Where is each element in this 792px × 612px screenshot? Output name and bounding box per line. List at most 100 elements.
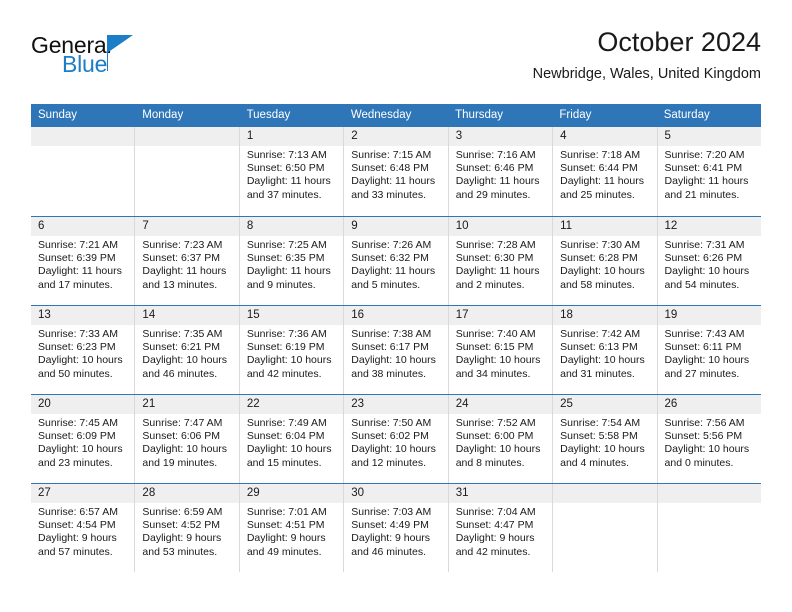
day-number: 30: [344, 484, 448, 503]
sunrise-text: Sunrise: 7:31 AM: [664, 239, 745, 251]
calendar-day-cell[interactable]: 26 Sunrise: 7:56 AM Sunset: 5:56 PM Dayligh…: [656, 395, 761, 483]
sunset-text: Sunset: 4:49 PM: [351, 519, 429, 532]
sunrise-text: Sunrise: 7:03 AM: [351, 506, 432, 518]
calendar-weeks: 1 Sunrise: 7:13 AM Sunset: 6:50 PM Daylight…: [31, 127, 761, 572]
calendar-day-cell[interactable]: 20 Sunrise: 7:45 AM Sunset: 6:09 PM Dayligh…: [31, 395, 135, 483]
daylight-text: Daylight: 11 hours and 29 minutes.: [455, 175, 540, 201]
sunset-text: Sunset: 6:28 PM: [560, 252, 638, 265]
sunrise-text: Sunrise: 7:21 AM: [38, 239, 118, 251]
calendar-day-cell[interactable]: 13 Sunrise: 7:33 AM Sunset: 6:23 PM Dayligh…: [31, 306, 135, 394]
calendar-day-cell[interactable]: 3 Sunrise: 7:16 AM Sunset: 6:46 PM Daylight…: [447, 127, 553, 216]
daylight-text: Daylight: 10 hours and 15 minutes.: [246, 443, 332, 469]
day-number: 17: [448, 306, 553, 325]
sunrise-text: Sunrise: 7:54 AM: [560, 417, 641, 429]
calendar-day-cell[interactable]: 28 Sunrise: 6:59 AM Sunset: 4:52 PM Dayligh…: [134, 484, 239, 572]
daylight-text: Daylight: 10 hours and 12 minutes.: [351, 443, 436, 469]
day-details: Sunrise: 7:28 AM Sunset: 6:30 PM Daylight:…: [449, 236, 552, 292]
calendar-day-cell[interactable]: 9 Sunrise: 7:26 AM Sunset: 6:32 PM Daylight…: [343, 217, 448, 305]
day-details: Sunrise: 7:21 AM Sunset: 6:39 PM Daylight:…: [31, 236, 134, 292]
daylight-text: Daylight: 9 hours and 57 minutes.: [38, 532, 117, 558]
daylight-text: Daylight: 9 hours and 42 minutes.: [455, 532, 535, 558]
day-details: Sunrise: 7:15 AM Sunset: 6:48 PM Daylight:…: [344, 146, 447, 202]
calendar-day-cell[interactable]: 22 Sunrise: 7:49 AM Sunset: 6:04 PM Dayligh…: [238, 395, 344, 483]
sunrise-text: Sunrise: 7:01 AM: [246, 506, 327, 518]
sunset-text: Sunset: 6:19 PM: [246, 341, 325, 354]
page-title: October 2024: [597, 27, 761, 57]
day-details: Sunrise: 7:35 AM Sunset: 6:21 PM Daylight:…: [135, 325, 238, 381]
day-number: 22: [239, 395, 344, 414]
calendar-day-cell[interactable]: 30 Sunrise: 7:03 AM Sunset: 4:49 PM Dayligh…: [343, 484, 448, 572]
sunset-text: Sunset: 6:32 PM: [351, 252, 429, 265]
calendar-day-cell[interactable]: 6 Sunrise: 7:21 AM Sunset: 6:39 PM Daylight…: [31, 217, 135, 305]
sunset-text: Sunset: 4:54 PM: [38, 519, 116, 532]
sunrise-text: Sunrise: 7:45 AM: [38, 417, 118, 429]
day-details: Sunrise: 7:26 AM Sunset: 6:32 PM Daylight:…: [344, 236, 447, 292]
calendar-day-cell[interactable]: 18 Sunrise: 7:42 AM Sunset: 6:13 PM Dayligh…: [552, 306, 657, 394]
sunrise-text: Sunrise: 7:33 AM: [38, 328, 118, 340]
calendar-day-cell[interactable]: 21 Sunrise: 7:47 AM Sunset: 6:06 PM Dayligh…: [134, 395, 239, 483]
daylight-text: Daylight: 11 hours and 5 minutes.: [351, 265, 436, 291]
logo-text-blue: Blue: [62, 51, 108, 77]
daylight-text: Daylight: 10 hours and 58 minutes.: [560, 265, 645, 291]
sunset-text: Sunset: 4:47 PM: [455, 519, 534, 532]
calendar-day-cell-empty: [656, 484, 761, 572]
calendar-day-cell[interactable]: 31 Sunrise: 7:04 AM Sunset: 4:47 PM Dayligh…: [447, 484, 553, 572]
day-number: 21: [135, 395, 239, 414]
calendar-day-cell[interactable]: 29 Sunrise: 7:01 AM Sunset: 4:51 PM Dayligh…: [238, 484, 344, 572]
day-number: 4: [553, 127, 657, 146]
calendar-day-cell[interactable]: 24 Sunrise: 7:52 AM Sunset: 6:00 PM Dayligh…: [447, 395, 553, 483]
sunrise-text: Sunrise: 7:43 AM: [664, 328, 745, 340]
sunset-text: Sunset: 6:26 PM: [664, 252, 743, 265]
sunrise-text: Sunrise: 7:50 AM: [351, 417, 432, 429]
sunrise-text: Sunrise: 7:25 AM: [246, 239, 327, 251]
daylight-text: Daylight: 10 hours and 23 minutes.: [38, 443, 123, 469]
calendar-day-cell[interactable]: 4 Sunrise: 7:18 AM Sunset: 6:44 PM Daylight…: [552, 127, 657, 216]
calendar-day-cell[interactable]: 1 Sunrise: 7:13 AM Sunset: 6:50 PM Daylight…: [238, 127, 344, 216]
day-details: Sunrise: 7:47 AM Sunset: 6:06 PM Daylight:…: [135, 414, 238, 470]
calendar-day-cell[interactable]: 10 Sunrise: 7:28 AM Sunset: 6:30 PM Dayligh…: [447, 217, 553, 305]
calendar-day-cell[interactable]: 15 Sunrise: 7:36 AM Sunset: 6:19 PM Dayligh…: [238, 306, 344, 394]
sunrise-text: Sunrise: 7:40 AM: [455, 328, 536, 340]
calendar-day-cell[interactable]: 23 Sunrise: 7:50 AM Sunset: 6:02 PM Dayligh…: [343, 395, 448, 483]
calendar-day-cell[interactable]: 17 Sunrise: 7:40 AM Sunset: 6:15 PM Dayligh…: [447, 306, 553, 394]
weekday-header-saturday: Saturday: [663, 109, 710, 121]
daylight-text: Daylight: 10 hours and 27 minutes.: [664, 354, 750, 380]
calendar-day-cell[interactable]: 5 Sunrise: 7:20 AM Sunset: 6:41 PM Daylight…: [656, 127, 761, 216]
calendar-day-cell[interactable]: 14 Sunrise: 7:35 AM Sunset: 6:21 PM Dayligh…: [134, 306, 239, 394]
day-number: 7: [135, 217, 239, 236]
day-details: Sunrise: 7:04 AM Sunset: 4:47 PM Daylight:…: [449, 503, 552, 559]
day-details: Sunrise: 7:16 AM Sunset: 6:46 PM Daylight:…: [449, 146, 552, 202]
sunrise-text: Sunrise: 7:56 AM: [664, 417, 745, 429]
daylight-text: Daylight: 10 hours and 31 minutes.: [560, 354, 645, 380]
sunrise-text: Sunrise: 6:59 AM: [142, 506, 223, 518]
calendar-day-cell[interactable]: 7 Sunrise: 7:23 AM Sunset: 6:37 PM Daylight…: [134, 217, 239, 305]
day-details: Sunrise: 7:38 AM Sunset: 6:17 PM Daylight:…: [344, 325, 447, 381]
weekday-header-tuesday: Tuesday: [246, 109, 291, 121]
calendar-day-cell[interactable]: 25 Sunrise: 7:54 AM Sunset: 5:58 PM Dayligh…: [552, 395, 657, 483]
daylight-text: Daylight: 10 hours and 38 minutes.: [351, 354, 436, 380]
calendar-day-cell[interactable]: 16 Sunrise: 7:38 AM Sunset: 6:17 PM Dayligh…: [343, 306, 448, 394]
weekday-header-monday: Monday: [142, 109, 184, 121]
sunset-text: Sunset: 6:06 PM: [142, 430, 221, 443]
calendar-day-cell[interactable]: 19 Sunrise: 7:43 AM Sunset: 6:11 PM Dayligh…: [656, 306, 761, 394]
sunset-text: Sunset: 4:52 PM: [142, 519, 221, 532]
sunrise-text: Sunrise: 7:15 AM: [351, 149, 432, 161]
page-subtitle: Newbridge, Wales, United Kingdom: [532, 66, 761, 82]
day-number: 6: [31, 217, 135, 236]
sunrise-text: Sunrise: 7:23 AM: [142, 239, 223, 251]
day-number: 2: [344, 127, 448, 146]
day-number: 15: [239, 306, 344, 325]
day-number: 3: [448, 127, 553, 146]
calendar-day-cell[interactable]: 8 Sunrise: 7:25 AM Sunset: 6:35 PM Daylight…: [238, 217, 344, 305]
calendar-day-cell[interactable]: 11 Sunrise: 7:30 AM Sunset: 6:28 PM Dayligh…: [552, 217, 657, 305]
day-details: Sunrise: 7:01 AM Sunset: 4:51 PM Daylight:…: [240, 503, 343, 559]
sunrise-text: Sunrise: 7:16 AM: [455, 149, 536, 161]
calendar-day-cell[interactable]: 2 Sunrise: 7:15 AM Sunset: 6:48 PM Daylight…: [343, 127, 448, 216]
sunset-text: Sunset: 6:35 PM: [246, 252, 325, 265]
day-number: 28: [135, 484, 239, 503]
sunrise-text: Sunrise: 7:30 AM: [560, 239, 641, 251]
generalblue-logo[interactable]: General Blue: [31, 32, 211, 84]
calendar-day-cell[interactable]: 12 Sunrise: 7:31 AM Sunset: 6:26 PM Dayligh…: [656, 217, 761, 305]
sunrise-text: Sunrise: 7:20 AM: [664, 149, 745, 161]
calendar-day-cell[interactable]: 27 Sunrise: 6:57 AM Sunset: 4:54 PM Dayligh…: [31, 484, 135, 572]
